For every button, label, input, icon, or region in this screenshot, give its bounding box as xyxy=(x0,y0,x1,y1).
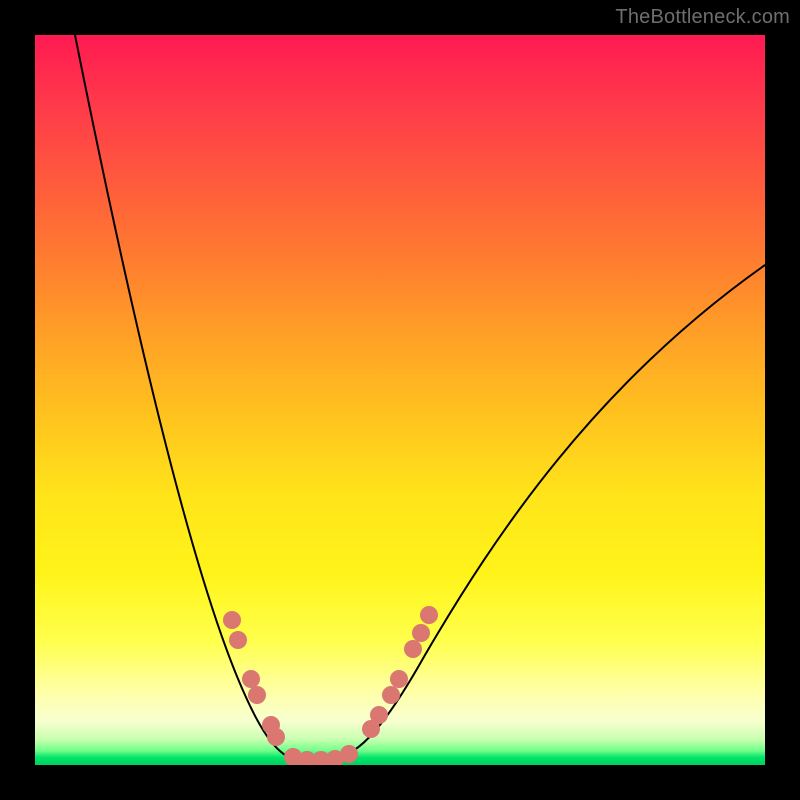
plot-area xyxy=(35,35,765,765)
watermark-text: TheBottleneck.com xyxy=(615,6,790,29)
data-dot xyxy=(390,670,408,688)
data-dot xyxy=(267,728,285,746)
data-dot xyxy=(223,611,241,629)
data-dot xyxy=(382,686,400,704)
data-dot xyxy=(340,745,358,763)
data-dot xyxy=(370,706,388,724)
chart-frame: TheBottleneck.com xyxy=(0,0,800,800)
data-dots xyxy=(223,606,438,765)
data-dot xyxy=(248,686,266,704)
left-curve xyxy=(75,35,325,760)
curves-svg xyxy=(35,35,765,765)
right-curve xyxy=(325,265,765,760)
data-dot xyxy=(412,624,430,642)
data-dot xyxy=(242,670,260,688)
data-dot xyxy=(420,606,438,624)
data-dot xyxy=(404,640,422,658)
data-dot xyxy=(229,631,247,649)
